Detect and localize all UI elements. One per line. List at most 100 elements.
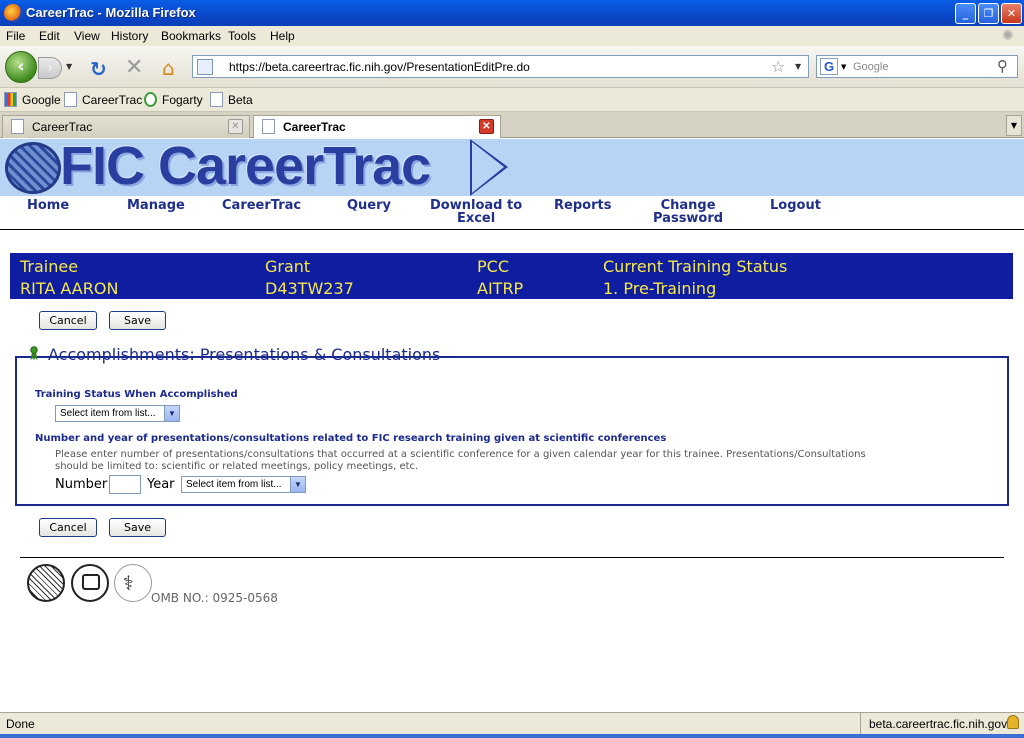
- nav-manage[interactable]: Manage: [127, 199, 185, 212]
- training-status-select[interactable]: Select item from list... ▼: [55, 405, 180, 422]
- nav-logout[interactable]: Logout: [770, 199, 821, 212]
- close-tab-icon[interactable]: ✕: [228, 119, 243, 134]
- bookmark-careertrac[interactable]: CareerTrac: [64, 92, 142, 107]
- tab-label: CareerTrac: [283, 120, 346, 134]
- minimize-button[interactable]: _: [955, 3, 976, 24]
- search-box[interactable]: G ▼ Google ⚲: [816, 55, 1018, 78]
- close-tab-icon[interactable]: ✕: [479, 119, 494, 134]
- maximize-button[interactable]: ❐: [978, 3, 999, 24]
- page-icon: [210, 92, 223, 107]
- fic-globe-logo: [5, 142, 61, 194]
- grant-value: D43TW237: [265, 279, 354, 298]
- reload-icon[interactable]: ↻: [90, 57, 107, 81]
- search-placeholder[interactable]: Google: [853, 61, 888, 73]
- grant-label: Grant: [265, 257, 311, 276]
- nav-download-line2: Excel: [456, 211, 496, 226]
- menu-tools[interactable]: Tools: [228, 29, 256, 43]
- page-content: FIC CareerTrac Home Manage CareerTrac Qu…: [0, 139, 1024, 712]
- url-text[interactable]: https://beta.careertrac.fic.nih.gov/Pres…: [229, 60, 530, 74]
- pcc-value: AITRP: [477, 279, 524, 298]
- nav-query[interactable]: Query: [347, 199, 391, 212]
- help-text-line1: Please enter number of presentations/con…: [55, 449, 866, 460]
- nav-careertrac[interactable]: CareerTrac: [222, 199, 301, 212]
- tab-label: CareerTrac: [32, 120, 93, 134]
- select-value: Select item from list...: [60, 408, 156, 419]
- bookmark-beta[interactable]: Beta: [210, 92, 253, 107]
- nih-seal-inner: [82, 574, 100, 590]
- help-text-line2: should be limited to: scientific or rela…: [55, 461, 419, 472]
- page-icon: [64, 92, 77, 107]
- fogarty-icon: [144, 92, 157, 107]
- trainee-label: Trainee: [20, 257, 79, 276]
- award-ribbon-icon: [30, 346, 38, 361]
- lock-icon[interactable]: [1007, 715, 1019, 729]
- save-button-bottom[interactable]: Save: [109, 518, 166, 537]
- nav-change-password[interactable]: Change Password: [653, 199, 723, 225]
- forward-button[interactable]: ›: [38, 57, 62, 79]
- fic-seal-logo: [27, 564, 65, 602]
- search-engine-dropdown-icon[interactable]: ▼: [841, 63, 846, 71]
- bookmark-star-icon[interactable]: ☆: [771, 57, 785, 76]
- chevron-down-icon[interactable]: ▼: [290, 477, 305, 492]
- throbber-icon: ✺: [1002, 27, 1014, 43]
- nav-home[interactable]: Home: [27, 199, 69, 212]
- menu-file[interactable]: File: [6, 29, 25, 43]
- menu-history[interactable]: History: [111, 29, 148, 43]
- url-dropdown-icon[interactable]: ▼: [795, 62, 801, 71]
- site-identity-icon[interactable]: [197, 59, 213, 75]
- bookmark-google[interactable]: Google: [4, 92, 61, 107]
- save-button-top[interactable]: Save: [109, 311, 166, 330]
- close-window-button[interactable]: ✕: [1001, 3, 1022, 24]
- nav-reports[interactable]: Reports: [554, 199, 611, 212]
- number-input[interactable]: [109, 475, 141, 494]
- logo-text: FIC CareerTrac: [60, 139, 431, 196]
- status-value: 1. Pre-Training: [603, 279, 717, 298]
- select-value: Select item from list...: [186, 479, 282, 490]
- status-label: Current Training Status: [603, 257, 788, 276]
- nih-seal-logo: [71, 564, 109, 602]
- chevron-down-icon[interactable]: ▼: [164, 406, 179, 421]
- bookmark-label: Beta: [228, 93, 253, 107]
- main-navigation: Home Manage CareerTrac Query Download to…: [0, 197, 1024, 230]
- firefox-icon: [4, 4, 22, 22]
- tab-strip: CareerTrac ✕ CareerTrac ✕ ▼: [0, 112, 1024, 138]
- cancel-button-bottom[interactable]: Cancel: [39, 518, 97, 537]
- menu-view[interactable]: View: [74, 29, 100, 43]
- home-icon[interactable]: ⌂: [162, 56, 175, 80]
- menu-help[interactable]: Help: [270, 29, 295, 43]
- back-button[interactable]: ‹: [5, 51, 37, 83]
- menu-edit[interactable]: Edit: [39, 29, 60, 43]
- number-year-label: Number and year of presentations/consult…: [35, 433, 667, 444]
- bookmark-fogarty[interactable]: Fogarty: [144, 92, 203, 107]
- cancel-button-top[interactable]: Cancel: [39, 311, 97, 330]
- window-titlebar: CareerTrac - Mozilla Firefox _ ❐ ✕: [0, 0, 1024, 26]
- status-domain: beta.careertrac.fic.nih.gov: [869, 717, 1008, 731]
- page-icon: [262, 119, 275, 134]
- history-dropdown-icon[interactable]: ▼: [66, 62, 72, 71]
- search-icon[interactable]: ⚲: [997, 57, 1008, 75]
- google-engine-icon[interactable]: G: [820, 58, 838, 75]
- hhs-seal-logo: ⚕: [114, 564, 152, 602]
- banner-arrow-inner: [472, 142, 504, 193]
- url-bar[interactable]: https://beta.careertrac.fic.nih.gov/Pres…: [192, 55, 809, 78]
- tab-careertrac-2[interactable]: CareerTrac ✕: [253, 115, 501, 138]
- menu-bar: File Edit View History Bookmarks Tools H…: [0, 26, 1024, 46]
- tab-careertrac-1[interactable]: CareerTrac ✕: [2, 115, 250, 138]
- nav-change-line2: Password: [653, 211, 724, 226]
- trainee-value: RITA AARON: [20, 279, 119, 298]
- year-label: Year: [147, 477, 175, 492]
- status-domain-panel[interactable]: beta.careertrac.fic.nih.gov: [860, 713, 1024, 734]
- footer-divider: [20, 557, 1004, 558]
- tab-list-dropdown-icon[interactable]: ▼: [1006, 115, 1022, 136]
- form-legend-title: Accomplishments: Presentations & Consult…: [48, 345, 441, 364]
- bookmark-label: Google: [22, 93, 61, 107]
- stop-icon[interactable]: ✕: [125, 55, 143, 80]
- trainee-info-bar: Trainee RITA AARON Grant D43TW237 PCC AI…: [10, 253, 1013, 299]
- taskbar-edge: [0, 734, 1024, 738]
- menu-bookmarks[interactable]: Bookmarks: [161, 29, 221, 43]
- training-status-label: Training Status When Accomplished: [35, 389, 238, 400]
- bookmark-label: CareerTrac: [82, 93, 143, 107]
- nav-download-excel[interactable]: Download to Excel: [430, 199, 522, 225]
- year-select[interactable]: Select item from list... ▼: [181, 476, 306, 493]
- pcc-label: PCC: [477, 257, 509, 276]
